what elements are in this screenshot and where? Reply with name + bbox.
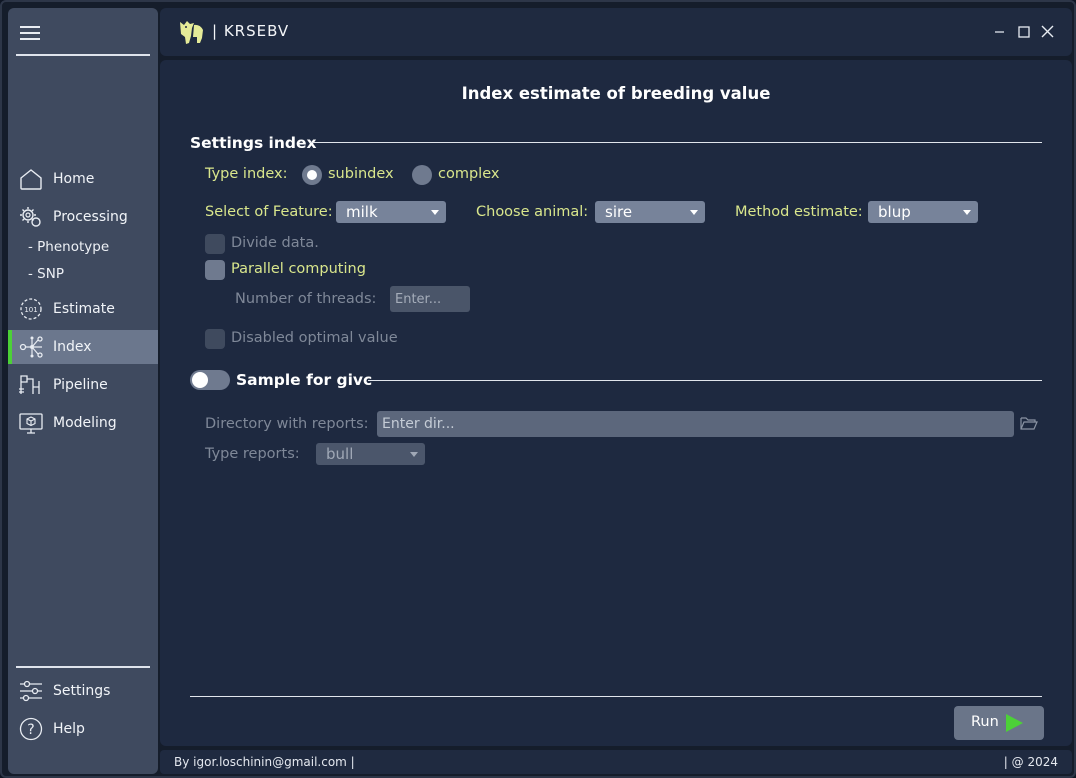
sidebar-item-help[interactable]: ? Help <box>8 712 158 746</box>
divide-data-checkbox[interactable] <box>205 234 225 254</box>
app-title: | KRSEBV <box>212 22 290 40</box>
sidebar-bottom-divider <box>16 666 150 668</box>
directory-input[interactable] <box>377 411 1014 437</box>
sidebar-item-label: Estimate <box>53 301 115 317</box>
pipeline-icon <box>19 375 40 394</box>
type-index-label: Type index: <box>205 166 288 182</box>
method-select-value: blup <box>878 203 911 221</box>
sidebar-item-processing[interactable]: Processing <box>8 200 158 234</box>
radio-subindex-label[interactable]: subindex <box>328 166 394 182</box>
sidebar-top-divider <box>16 54 150 56</box>
status-year: | @ 2024 <box>1003 755 1058 769</box>
chevron-down-icon <box>690 210 698 215</box>
optimal-value-checkbox[interactable] <box>205 329 225 349</box>
sidebar-item-home[interactable]: Home <box>8 162 158 196</box>
settings-section-title: Settings index <box>190 134 317 152</box>
estimate-icon: 101 <box>20 298 42 320</box>
page-title: Index estimate of breeding value <box>461 84 771 103</box>
radio-complex[interactable] <box>412 165 432 185</box>
chevron-down-icon <box>410 452 418 457</box>
run-button[interactable]: Run <box>954 706 1044 740</box>
radio-subindex[interactable] <box>302 165 322 185</box>
sample-section-title: Sample for givc <box>236 371 373 389</box>
main-panel: Index estimate of breeding value Setting… <box>160 60 1072 746</box>
svg-text:?: ? <box>27 722 34 738</box>
sidebar-item-label: Settings <box>53 683 111 699</box>
sidebar-item-label: Help <box>53 721 85 737</box>
directory-label: Directory with reports: <box>205 416 369 432</box>
minimize-icon[interactable] <box>990 22 1010 42</box>
svg-text:101: 101 <box>24 306 37 314</box>
threads-input[interactable] <box>390 286 470 312</box>
hamburger-menu-icon[interactable] <box>20 24 44 44</box>
type-reports-select[interactable]: bull <box>316 443 425 465</box>
threads-label: Number of threads: <box>235 291 377 307</box>
sidebar-subitem-phenotype[interactable]: - Phenotype <box>28 239 109 255</box>
sidebar-item-pipeline[interactable]: Pipeline <box>8 368 158 402</box>
section-divider <box>310 142 1042 143</box>
sidebar-item-settings[interactable]: Settings <box>8 674 158 708</box>
sidebar-item-label: Home <box>53 171 95 187</box>
sidebar-item-label: Index <box>53 339 92 355</box>
monitor-cube-icon <box>19 413 43 434</box>
animal-select-value: sire <box>605 203 633 221</box>
chevron-down-icon <box>431 210 439 215</box>
app-window: Home Processing - Phenotype - SNP 101 Es… <box>0 0 1076 778</box>
home-icon <box>20 169 42 190</box>
status-bar: By igor.loschinin@gmail.com | | @ 2024 <box>160 750 1072 774</box>
sidebar-subitem-snp[interactable]: - SNP <box>28 266 64 282</box>
help-icon: ? <box>19 717 43 741</box>
sidebar: Home Processing - Phenotype - SNP 101 Es… <box>8 8 158 774</box>
title-bar[interactable]: | KRSEBV <box>160 8 1072 56</box>
sidebar-item-modeling[interactable]: Modeling <box>8 406 158 440</box>
sliders-icon <box>20 680 42 702</box>
type-reports-label: Type reports: <box>205 446 300 462</box>
play-icon <box>1006 714 1023 732</box>
feature-select-value: milk <box>346 203 378 221</box>
folder-open-icon[interactable] <box>1020 415 1038 431</box>
method-label: Method estimate: <box>735 204 863 220</box>
gears-icon <box>20 207 41 227</box>
sidebar-item-label: Modeling <box>53 415 117 431</box>
method-select[interactable]: blup <box>868 201 978 223</box>
optimal-value-label: Disabled optimal value <box>231 330 398 346</box>
footer-divider <box>190 696 1042 697</box>
run-button-label: Run <box>971 714 999 730</box>
sample-givc-toggle[interactable] <box>190 370 230 390</box>
animal-label: Choose animal: <box>476 204 589 220</box>
sidebar-item-index[interactable]: Index <box>8 330 158 364</box>
parallel-computing-label: Parallel computing <box>231 261 366 277</box>
cow-logo-icon <box>180 21 203 44</box>
maximize-icon[interactable] <box>1014 22 1034 42</box>
network-icon <box>19 336 43 358</box>
feature-select[interactable]: milk <box>336 201 446 223</box>
animal-select[interactable]: sire <box>595 201 705 223</box>
sidebar-item-label: Processing <box>53 209 128 225</box>
status-author: By igor.loschinin@gmail.com | <box>174 755 355 769</box>
section-divider <box>368 380 1042 381</box>
close-icon[interactable] <box>1038 22 1058 42</box>
divide-data-label: Divide data. <box>231 235 319 251</box>
sidebar-item-label: Pipeline <box>53 377 108 393</box>
sidebar-item-estimate[interactable]: 101 Estimate <box>8 292 158 326</box>
chevron-down-icon <box>963 210 971 215</box>
feature-label: Select of Feature: <box>205 204 333 220</box>
parallel-computing-checkbox[interactable] <box>205 260 225 280</box>
type-reports-value: bull <box>326 445 354 463</box>
radio-complex-label[interactable]: complex <box>438 166 499 182</box>
